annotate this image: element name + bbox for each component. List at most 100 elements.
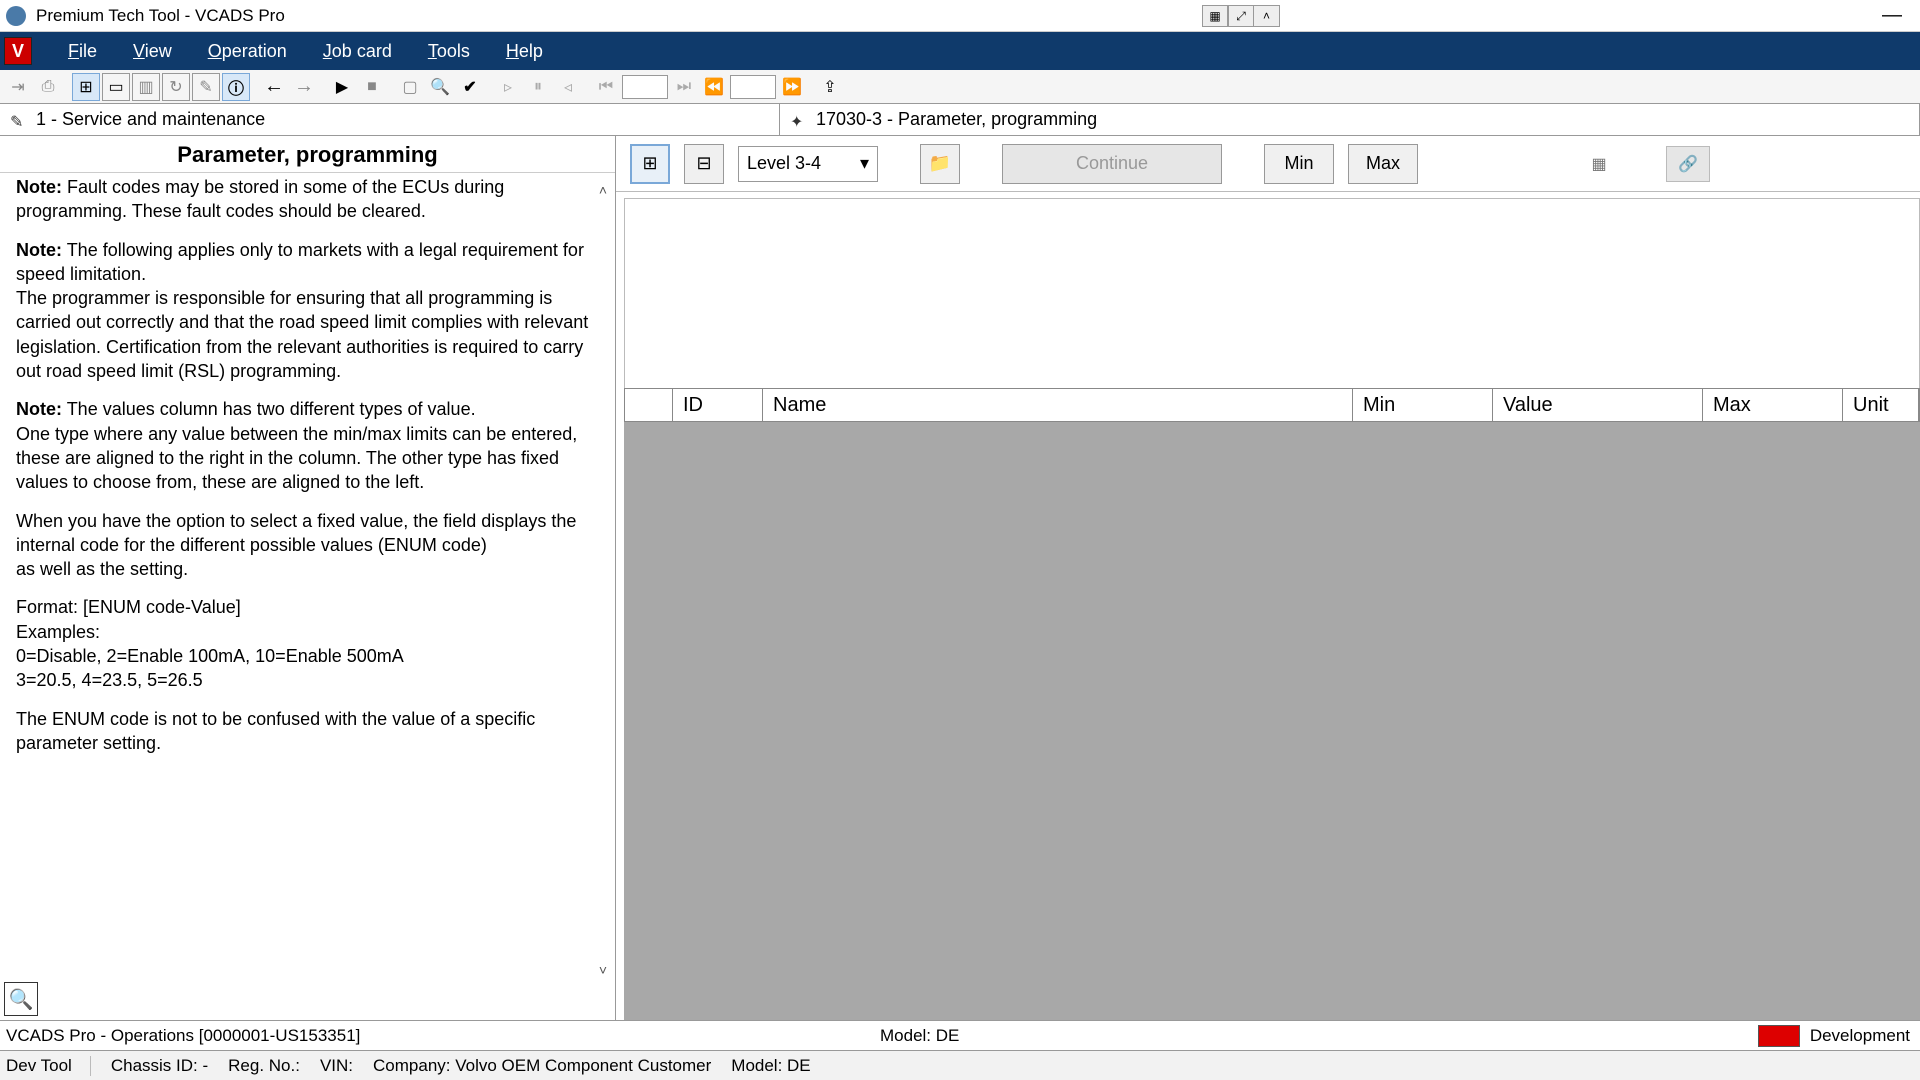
grid-col-min[interactable]: Min bbox=[1353, 389, 1493, 421]
level-value: Level 3-4 bbox=[747, 153, 821, 174]
status-model-2: Model: DE bbox=[731, 1056, 810, 1076]
tool-back-icon[interactable]: ← bbox=[260, 73, 288, 101]
grid-col-id[interactable]: ID bbox=[673, 389, 763, 421]
view-group-button[interactable]: ⊟ bbox=[684, 144, 724, 184]
tool-pause-icon[interactable]: ⏸ bbox=[524, 73, 552, 101]
tool-page-field-1[interactable] bbox=[622, 75, 668, 99]
grid-toggle-icon[interactable]: ▦ bbox=[1202, 5, 1228, 27]
status-vin: VIN: bbox=[320, 1056, 353, 1076]
para-final: The ENUM code is not to be confused with… bbox=[16, 709, 535, 753]
tab-left-label: 1 - Service and maintenance bbox=[36, 109, 265, 130]
grid-icon[interactable]: ▦ bbox=[1580, 146, 1618, 182]
app-icon bbox=[6, 6, 26, 26]
tool-first-icon[interactable]: ⏮ bbox=[592, 73, 620, 101]
tool-step-stop-icon[interactable]: ◃ bbox=[554, 73, 582, 101]
examples-label: Examples: bbox=[16, 622, 100, 642]
tool-play-icon[interactable]: ▶ bbox=[328, 73, 356, 101]
tool-search-icon[interactable]: 🔍 bbox=[426, 73, 454, 101]
tool-connect-icon[interactable]: ⇥ bbox=[4, 73, 32, 101]
tool-chart-icon[interactable]: ▥ bbox=[132, 73, 160, 101]
tab-right-label: 17030-3 - Parameter, programming bbox=[816, 109, 1097, 130]
grid-header: ID Name Min Value Max Unit bbox=[624, 388, 1920, 422]
tool-window-icon[interactable]: ▭ bbox=[102, 73, 130, 101]
parameter-panel: ⊞ ⊟ Level 3-4 ▾ 📁 Continue Min Max ▦ 🔗 bbox=[616, 136, 1920, 1020]
menu-bar: V File View Operation Job card Tools Hel… bbox=[0, 32, 1920, 70]
grid-col-selector[interactable] bbox=[625, 389, 673, 421]
status-reg: Reg. No.: bbox=[228, 1056, 300, 1076]
menu-tools[interactable]: Tools bbox=[410, 37, 488, 66]
min-button[interactable]: Min bbox=[1264, 144, 1334, 184]
menu-jobcard[interactable]: Job card bbox=[305, 37, 410, 66]
status-model: Model: DE bbox=[880, 1026, 959, 1046]
link-icon-button[interactable]: 🔗 bbox=[1666, 146, 1710, 182]
tab-parameter-programming[interactable]: 17030-3 - Parameter, programming bbox=[780, 104, 1920, 135]
para-enum-a: When you have the option to select a fix… bbox=[16, 511, 576, 555]
view-tree-button[interactable]: ⊞ bbox=[630, 144, 670, 184]
tool-rect-icon[interactable]: ▢ bbox=[396, 73, 424, 101]
info-heading: Parameter, programming bbox=[0, 136, 615, 173]
tool-info-icon[interactable]: ⓘ bbox=[222, 73, 250, 101]
info-panel: Parameter, programming ˄ Note: Fault cod… bbox=[0, 136, 616, 1020]
continue-button[interactable]: Continue bbox=[1002, 144, 1222, 184]
tool-upload-icon[interactable]: ⇪ bbox=[816, 73, 844, 101]
tool-check-icon[interactable]: ✔ bbox=[456, 73, 484, 101]
grid-body[interactable] bbox=[624, 422, 1920, 1020]
tool-forward-icon[interactable]: → bbox=[290, 73, 318, 101]
tool-stop-icon[interactable]: ■ bbox=[358, 73, 386, 101]
tool-edit-icon[interactable]: ✎ bbox=[192, 73, 220, 101]
parameter-grid: ID Name Min Value Max Unit bbox=[624, 388, 1920, 1020]
parameter-toolbar: ⊞ ⊟ Level 3-4 ▾ 📁 Continue Min Max ▦ 🔗 bbox=[616, 136, 1920, 192]
chevron-down-icon: ▾ bbox=[860, 153, 869, 174]
lightning-icon bbox=[790, 111, 808, 129]
grid-col-value[interactable]: Value bbox=[1493, 389, 1703, 421]
menu-help[interactable]: Help bbox=[488, 37, 561, 66]
window-toggle-group: ▦ ⤢ ˄ bbox=[1202, 5, 1280, 27]
wrench-icon bbox=[10, 111, 28, 129]
note-3-line1: The values column has two different type… bbox=[67, 399, 476, 419]
level-select[interactable]: Level 3-4 ▾ bbox=[738, 146, 878, 182]
tab-row: 1 - Service and maintenance 17030-3 - Pa… bbox=[0, 104, 1920, 136]
format-line: Format: [ENUM code-Value] bbox=[16, 597, 241, 617]
note-label-3: Note: bbox=[16, 399, 62, 419]
scroll-down-icon[interactable]: ˅ bbox=[593, 960, 613, 980]
status-chassis: Chassis ID: - bbox=[111, 1056, 208, 1076]
title-bar: Premium Tech Tool - VCADS Pro ▦ ⤢ ˄ — bbox=[0, 0, 1920, 32]
note-2-body: The programmer is responsible for ensuri… bbox=[16, 288, 588, 381]
menu-operation[interactable]: Operation bbox=[190, 37, 305, 66]
tool-step-play-icon[interactable]: ▹ bbox=[494, 73, 522, 101]
tool-rewind-icon[interactable]: ⏪ bbox=[700, 73, 728, 101]
note-1-text: Fault codes may be stored in some of the… bbox=[16, 177, 504, 221]
menu-view[interactable]: View bbox=[115, 37, 190, 66]
tool-print-icon[interactable]: ⎙ bbox=[34, 73, 62, 101]
minimize-button[interactable]: — bbox=[1872, 5, 1912, 27]
collapse-toggle-icon[interactable]: ˄ bbox=[1254, 5, 1280, 27]
tab-service-maintenance[interactable]: 1 - Service and maintenance bbox=[0, 104, 780, 135]
status-flag-icon bbox=[1758, 1025, 1800, 1047]
status-devtool[interactable]: Dev Tool bbox=[6, 1056, 91, 1076]
grid-col-max[interactable]: Max bbox=[1703, 389, 1843, 421]
app-title: Premium Tech Tool - VCADS Pro bbox=[36, 6, 285, 26]
info-body: Note: Fault codes may be stored in some … bbox=[0, 173, 615, 1020]
tool-refresh-icon[interactable]: ↻ bbox=[162, 73, 190, 101]
tool-page-field-2[interactable] bbox=[730, 75, 776, 99]
note-label-1: Note: bbox=[16, 177, 62, 197]
expand-toggle-icon[interactable]: ⤢ bbox=[1228, 5, 1254, 27]
grid-col-unit[interactable]: Unit bbox=[1843, 389, 1919, 421]
tool-tree-icon[interactable]: ⊞ bbox=[72, 73, 100, 101]
toolbar: ⇥ ⎙ ⊞ ▭ ▥ ↻ ✎ ⓘ ← → ▶ ■ ▢ 🔍 ✔ ▹ ⏸ ◃ ⏮ ⏭ … bbox=[0, 70, 1920, 104]
status-operations: VCADS Pro - Operations [0000001-US153351… bbox=[0, 1026, 360, 1046]
status-bar-2: Dev Tool Chassis ID: - Reg. No.: VIN: Co… bbox=[0, 1050, 1920, 1080]
app-logo-icon: V bbox=[4, 37, 32, 65]
grid-col-name[interactable]: Name bbox=[763, 389, 1353, 421]
folder-button[interactable]: 📁 bbox=[920, 144, 960, 184]
status-company: Company: Volvo OEM Component Customer bbox=[373, 1056, 711, 1076]
status-environment: Development bbox=[1810, 1026, 1910, 1046]
max-button[interactable]: Max bbox=[1348, 144, 1418, 184]
tool-ff-icon[interactable]: ⏩ bbox=[778, 73, 806, 101]
note-2-line1: The following applies only to markets wi… bbox=[16, 240, 584, 284]
zoom-tool-icon[interactable]: 🔍 bbox=[4, 982, 38, 1016]
main-area: Parameter, programming ˄ Note: Fault cod… bbox=[0, 136, 1920, 1020]
tool-end-icon[interactable]: ⏭ bbox=[670, 73, 698, 101]
example-1: 0=Disable, 2=Enable 100mA, 10=Enable 500… bbox=[16, 646, 404, 666]
menu-file[interactable]: File bbox=[50, 37, 115, 66]
